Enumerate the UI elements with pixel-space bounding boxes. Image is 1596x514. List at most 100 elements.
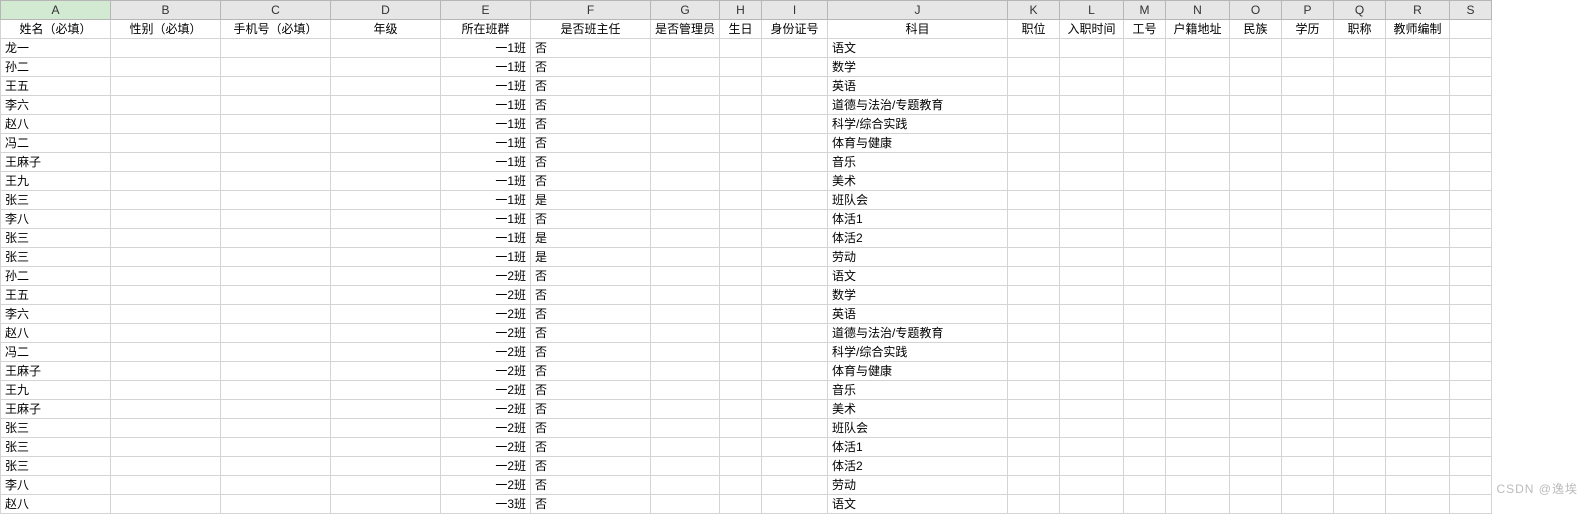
cell[interactable] (1124, 191, 1166, 210)
cell[interactable] (331, 267, 441, 286)
cell[interactable] (1060, 324, 1124, 343)
cell[interactable] (651, 191, 720, 210)
cell[interactable]: 张三 (1, 419, 111, 438)
cell[interactable] (1386, 39, 1450, 58)
cell[interactable] (331, 362, 441, 381)
cell[interactable] (1386, 400, 1450, 419)
cell[interactable] (1282, 248, 1334, 267)
cell[interactable]: 体活1 (828, 438, 1008, 457)
cell[interactable] (720, 39, 762, 58)
cell[interactable] (331, 39, 441, 58)
cell[interactable] (221, 286, 331, 305)
cell[interactable] (1450, 115, 1492, 134)
column-letter[interactable]: Q (1334, 1, 1386, 20)
cell[interactable]: 李八 (1, 210, 111, 229)
cell[interactable] (1230, 115, 1282, 134)
cell[interactable] (1334, 134, 1386, 153)
cell[interactable]: 王九 (1, 172, 111, 191)
cell[interactable] (720, 210, 762, 229)
cell[interactable] (1334, 248, 1386, 267)
cell[interactable] (1008, 286, 1060, 305)
column-letter[interactable]: P (1282, 1, 1334, 20)
cell[interactable] (1008, 134, 1060, 153)
cell[interactable] (720, 457, 762, 476)
cell[interactable] (1230, 419, 1282, 438)
cell[interactable]: 数学 (828, 58, 1008, 77)
cell[interactable]: 班队会 (828, 419, 1008, 438)
cell[interactable]: 张三 (1, 229, 111, 248)
cell[interactable] (1060, 286, 1124, 305)
cell[interactable] (111, 267, 221, 286)
cell[interactable] (762, 115, 828, 134)
cell[interactable] (221, 305, 331, 324)
cell[interactable] (1282, 305, 1334, 324)
cell[interactable] (1230, 229, 1282, 248)
cell[interactable] (1166, 267, 1230, 286)
cell[interactable] (1008, 400, 1060, 419)
cell[interactable] (720, 381, 762, 400)
cell[interactable]: 一2班 (441, 438, 531, 457)
cell[interactable]: 科学/综合实践 (828, 343, 1008, 362)
cell[interactable] (1450, 39, 1492, 58)
cell[interactable]: 王麻子 (1, 362, 111, 381)
header-cell[interactable]: 科目 (828, 20, 1008, 39)
cell[interactable] (331, 381, 441, 400)
cell[interactable] (1386, 438, 1450, 457)
cell[interactable] (1230, 286, 1282, 305)
header-cell[interactable]: 户籍地址 (1166, 20, 1230, 39)
header-cell[interactable]: 性别（必填） (111, 20, 221, 39)
cell[interactable] (1334, 77, 1386, 96)
cell[interactable]: 一2班 (441, 400, 531, 419)
cell[interactable] (1386, 305, 1450, 324)
cell[interactable] (1060, 39, 1124, 58)
cell[interactable] (1230, 191, 1282, 210)
cell[interactable] (1230, 495, 1282, 514)
cell[interactable] (1282, 39, 1334, 58)
cell[interactable]: 否 (531, 476, 651, 495)
cell[interactable] (1166, 286, 1230, 305)
cell[interactable] (762, 286, 828, 305)
column-letter[interactable]: K (1008, 1, 1060, 20)
cell[interactable] (111, 153, 221, 172)
cell[interactable]: 一2班 (441, 419, 531, 438)
cell[interactable]: 张三 (1, 191, 111, 210)
cell[interactable]: 张三 (1, 457, 111, 476)
cell[interactable]: 冯二 (1, 343, 111, 362)
cell[interactable] (111, 229, 221, 248)
cell[interactable] (111, 172, 221, 191)
cell[interactable] (1060, 96, 1124, 115)
cell[interactable] (1124, 58, 1166, 77)
cell[interactable] (331, 324, 441, 343)
cell[interactable] (221, 115, 331, 134)
cell[interactable]: 美术 (828, 172, 1008, 191)
cell[interactable] (221, 229, 331, 248)
cell[interactable] (1230, 324, 1282, 343)
cell[interactable]: 孙二 (1, 267, 111, 286)
cell[interactable] (720, 172, 762, 191)
cell[interactable]: 是 (531, 248, 651, 267)
header-cell[interactable]: 年级 (331, 20, 441, 39)
cell[interactable]: 语文 (828, 267, 1008, 286)
cell[interactable] (1008, 229, 1060, 248)
cell[interactable] (111, 134, 221, 153)
header-cell[interactable] (1450, 20, 1492, 39)
cell[interactable] (651, 115, 720, 134)
cell[interactable] (1450, 58, 1492, 77)
cell[interactable] (1230, 134, 1282, 153)
cell[interactable]: 英语 (828, 77, 1008, 96)
cell[interactable] (221, 381, 331, 400)
cell[interactable] (1230, 400, 1282, 419)
cell[interactable] (221, 438, 331, 457)
cell[interactable] (1166, 248, 1230, 267)
cell[interactable] (1124, 381, 1166, 400)
cell[interactable]: 一1班 (441, 77, 531, 96)
cell[interactable] (111, 476, 221, 495)
cell[interactable] (1008, 210, 1060, 229)
cell[interactable] (1450, 438, 1492, 457)
cell[interactable] (1450, 96, 1492, 115)
cell[interactable] (1166, 229, 1230, 248)
cell[interactable] (1334, 419, 1386, 438)
cell[interactable] (1124, 248, 1166, 267)
cell[interactable] (1450, 172, 1492, 191)
cell[interactable] (331, 248, 441, 267)
